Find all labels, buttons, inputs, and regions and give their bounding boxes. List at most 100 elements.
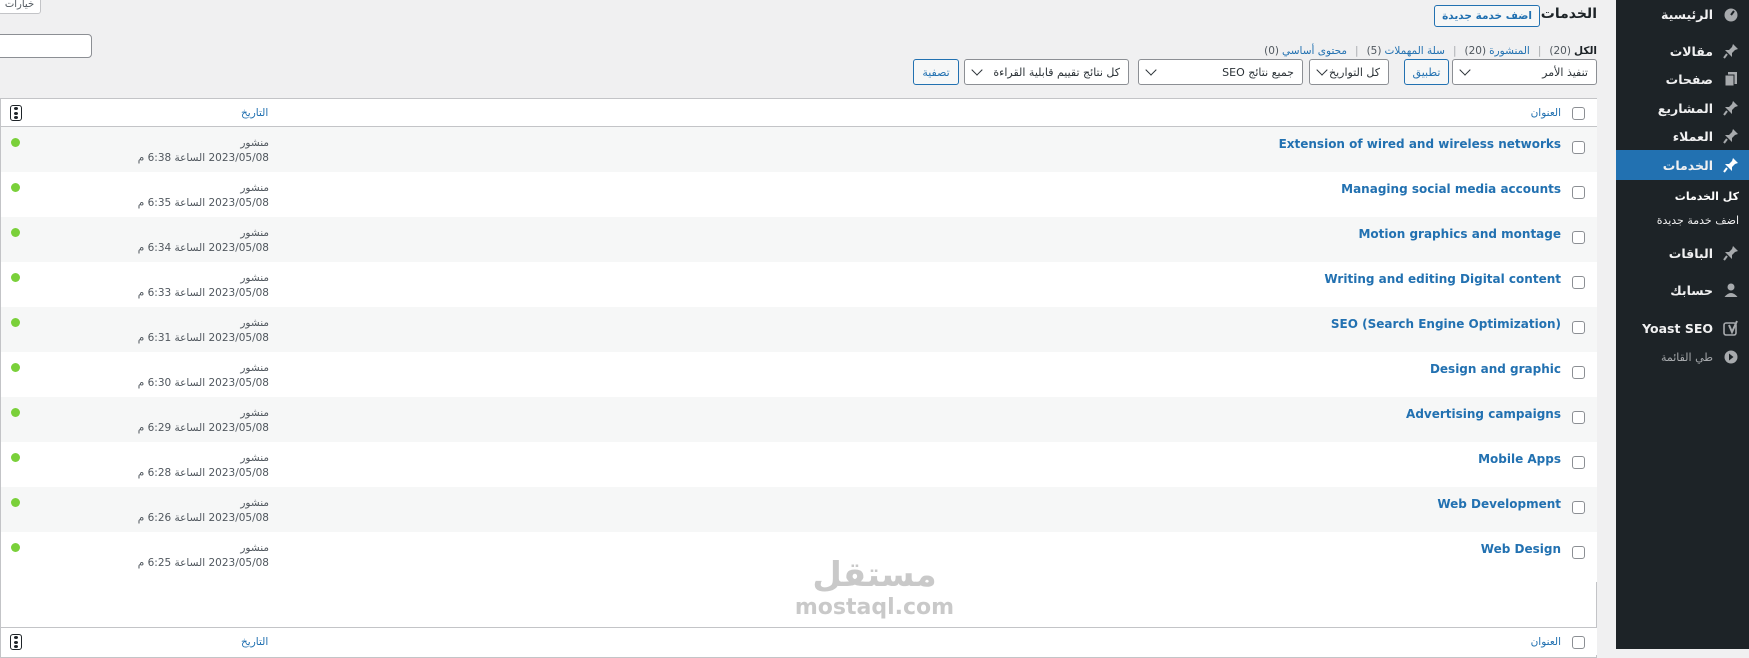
sidebar-item-dashboard[interactable]: الرئيسية <box>1616 0 1749 28</box>
chevron-down-icon <box>1459 64 1471 76</box>
dashboard-icon <box>1713 0 1749 28</box>
filter-all[interactable]: الكل (20) <box>1549 45 1597 57</box>
sidebar-item-services[interactable]: الخدمات <box>1608 150 1749 180</box>
filter-cornerstone[interactable]: محتوى أساسي (0) <box>1264 45 1347 57</box>
yoast-icon <box>1713 314 1749 342</box>
collapse-menu-button[interactable]: طي القائمة <box>1616 343 1749 371</box>
sidebar-item-yoast[interactable]: Yoast SEO <box>1616 314 1749 342</box>
column-date-sort[interactable]: التاريخ <box>241 107 268 119</box>
row-date: 2023/05/08 الساعة 6:34 م <box>137 242 269 254</box>
row-checkbox[interactable] <box>1572 231 1585 244</box>
seo-status-dot-icon <box>11 453 20 462</box>
row-title-link[interactable]: Advertising campaigns <box>1406 407 1561 421</box>
select-all-checkbox[interactable] <box>1572 107 1585 120</box>
column-title-sort[interactable]: العنوان <box>1531 636 1561 648</box>
table-header: العنوان التاريخ <box>1 99 1597 127</box>
row-checkbox[interactable] <box>1572 186 1585 199</box>
sidebar-item-label: Yoast SEO <box>1642 320 1713 336</box>
bulk-action-select[interactable]: تنفيذ الأمر <box>1452 59 1597 85</box>
row-checkbox[interactable] <box>1572 321 1585 334</box>
filter-separator: | <box>1537 45 1542 57</box>
dates-filter-select[interactable]: كل التواريخ <box>1309 59 1389 85</box>
select-all-checkbox[interactable] <box>1572 636 1585 649</box>
sidebar-item-account[interactable]: حسابك <box>1616 276 1749 304</box>
sidebar-item-label: الباقات <box>1668 245 1713 261</box>
row-title-link[interactable]: Motion graphics and montage <box>1358 227 1561 241</box>
column-title-sort[interactable]: العنوان <box>1531 107 1561 119</box>
seo-status-dot-icon <box>11 543 20 552</box>
search-input[interactable] <box>0 34 92 58</box>
filter-button[interactable]: تصفية <box>913 59 959 85</box>
row-status: منشور <box>240 272 269 284</box>
page-title: الخدمات <box>1540 6 1597 22</box>
row-status: منشور <box>240 227 269 239</box>
sidebar-item-packages[interactable]: الباقات <box>1616 239 1749 267</box>
pin-icon <box>1713 151 1749 179</box>
row-title-link[interactable]: Design and graphic <box>1430 362 1561 376</box>
row-date: 2023/05/08 الساعة 6:28 م <box>137 467 269 479</box>
table-row: Advertising campaigns منشور 2023/05/08 ا… <box>1 397 1597 447</box>
seo-status-dot-icon <box>11 228 20 237</box>
row-checkbox[interactable] <box>1572 411 1585 424</box>
row-date: 2023/05/08 الساعة 6:30 م <box>137 377 269 389</box>
row-status: منشور <box>240 452 269 464</box>
submenu-all-services[interactable]: كل الخدمات <box>1675 190 1739 203</box>
chevron-down-icon <box>1316 64 1328 76</box>
row-status: منشور <box>240 362 269 374</box>
submenu-add-service[interactable]: اضف خدمة جديدة <box>1657 214 1739 227</box>
table-row: Design and graphic منشور 2023/05/08 السا… <box>1 352 1597 402</box>
row-title-link[interactable]: Web Development <box>1437 497 1561 511</box>
sidebar-item-label: الخدمات <box>1662 157 1713 173</box>
chevron-down-icon <box>1145 64 1157 76</box>
sidebar-item-label: حسابك <box>1670 282 1713 298</box>
filter-trash[interactable]: سلة المهملات (5) <box>1367 45 1445 57</box>
sidebar-item-label: صفحات <box>1665 71 1713 87</box>
row-status: منشور <box>240 497 269 509</box>
pin-icon <box>1713 37 1749 65</box>
row-title-link[interactable]: SEO (Search Engine Optimization) <box>1331 317 1561 331</box>
row-status: منشور <box>240 137 269 149</box>
pin-icon <box>1713 94 1749 122</box>
readability-filter-select[interactable]: كل نتائج تقييم قابلية القراءة <box>964 59 1129 85</box>
row-title-link[interactable]: Writing and editing Digital content <box>1324 272 1561 286</box>
row-title-link[interactable]: Web Design <box>1481 542 1561 556</box>
table-row: Mobile Apps منشور 2023/05/08 الساعة 6:28… <box>1 442 1597 492</box>
sidebar-item-clients[interactable]: العملاء <box>1616 122 1749 150</box>
apply-button[interactable]: تطبيق <box>1404 59 1449 85</box>
row-title-link[interactable]: Mobile Apps <box>1478 452 1561 466</box>
sidebar-item-pages[interactable]: صفحات <box>1616 65 1749 93</box>
row-title-link[interactable]: Extension of wired and wireless networks <box>1279 137 1561 151</box>
row-checkbox[interactable] <box>1572 276 1585 289</box>
seo-status-dot-icon <box>11 363 20 372</box>
seo-filter-select[interactable]: جميع نتائج SEO <box>1138 59 1303 85</box>
sidebar-item-posts[interactable]: مقالات <box>1616 37 1749 65</box>
row-checkbox[interactable] <box>1572 366 1585 379</box>
seo-status-dot-icon <box>11 408 20 417</box>
row-title-link[interactable]: Managing social media accounts <box>1341 182 1561 196</box>
row-checkbox[interactable] <box>1572 501 1585 514</box>
status-filters: الكل (20) | المنشورة (20) | سلة المهملات… <box>1264 45 1597 57</box>
table-row: Web Development منشور 2023/05/08 الساعة … <box>1 487 1597 537</box>
row-date: 2023/05/08 الساعة 6:31 م <box>137 332 269 344</box>
row-date: 2023/05/08 الساعة 6:35 م <box>137 197 269 209</box>
screen-options-button[interactable]: خيارات <box>0 0 41 14</box>
table-row: SEO (Search Engine Optimization) منشور 2… <box>1 307 1597 357</box>
sidebar-item-label: الرئيسية <box>1661 6 1713 22</box>
table-row: Managing social media accounts منشور 202… <box>1 172 1597 222</box>
seo-status-dot-icon <box>11 138 20 147</box>
seo-status-dot-icon <box>11 498 20 507</box>
row-status: منشور <box>240 542 269 554</box>
row-checkbox[interactable] <box>1572 141 1585 154</box>
services-table: العنوان التاريخ Extension of wired and w… <box>0 98 1597 658</box>
row-checkbox[interactable] <box>1572 546 1585 559</box>
filter-published[interactable]: المنشورة (20) <box>1465 45 1530 57</box>
row-status: منشور <box>240 407 269 419</box>
sidebar-item-projects[interactable]: المشاريع <box>1616 94 1749 122</box>
seo-score-icon <box>10 634 22 650</box>
column-date-sort[interactable]: التاريخ <box>241 636 268 648</box>
filter-separator: | <box>1452 45 1457 57</box>
sidebar-item-label: المشاريع <box>1657 100 1713 116</box>
row-checkbox[interactable] <box>1572 456 1585 469</box>
collapse-label: طي القائمة <box>1660 350 1713 364</box>
add-new-service-button[interactable]: اضف خدمة جديدة <box>1434 5 1540 27</box>
